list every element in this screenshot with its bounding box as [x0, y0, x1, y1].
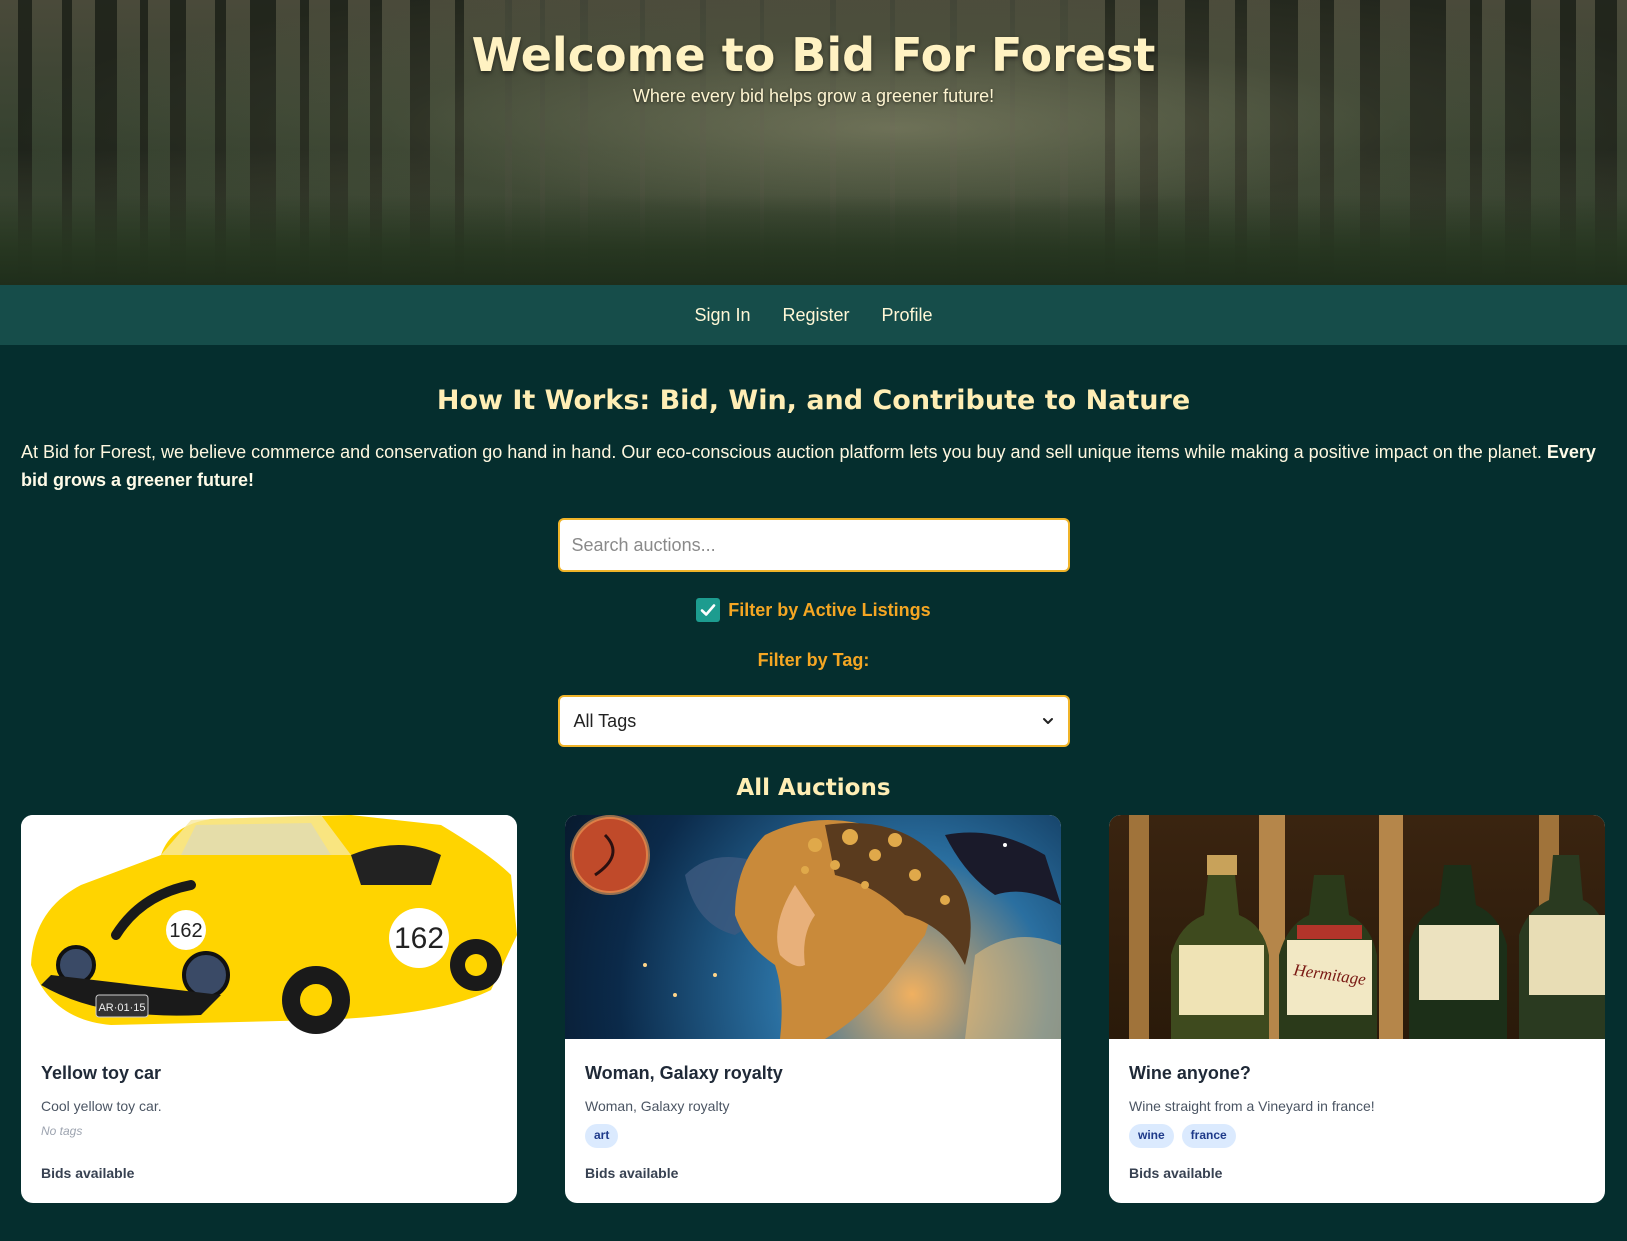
- filter-controls: Filter by Active Listings Filter by Tag:…: [21, 494, 1606, 747]
- chevron-down-icon: [1042, 718, 1053, 724]
- auction-title[interactable]: Yellow toy car: [41, 1063, 497, 1084]
- tag-select-value: All Tags: [573, 710, 637, 731]
- auction-card[interactable]: Woman, Galaxy royalty Woman, Galaxy roya…: [565, 815, 1061, 1203]
- checkmark-icon: [700, 604, 716, 616]
- galaxy-woman-image: [565, 815, 1061, 1039]
- tag-france[interactable]: france: [1181, 1124, 1236, 1148]
- nav-profile-link[interactable]: Profile: [882, 305, 933, 326]
- main-content: How It Works: Bid, Win, and Contribute t…: [0, 385, 1627, 1203]
- tag-wine[interactable]: wine: [1129, 1124, 1174, 1148]
- auction-grid: 162 162 AR·01·15 Yellow toy car Cool yel…: [21, 815, 1606, 1203]
- bid-status: Bids available: [41, 1165, 135, 1181]
- auction-description: Wine straight from a Vineyard in france!: [1129, 1098, 1375, 1114]
- tag-list: art: [585, 1124, 1041, 1148]
- tag-list: wine france: [1129, 1124, 1585, 1148]
- nav-sign-in-link[interactable]: Sign In: [694, 305, 750, 326]
- site-title: Welcome to Bid For Forest: [471, 28, 1156, 82]
- car-number-large: 162: [394, 922, 444, 955]
- active-listings-label: Filter by Active Listings: [728, 599, 931, 620]
- search-input[interactable]: [557, 518, 1070, 572]
- auction-title[interactable]: Wine anyone?: [1129, 1063, 1585, 1084]
- active-listings-checkbox[interactable]: [696, 598, 721, 622]
- intro-paragraph: At Bid for Forest, we believe commerce a…: [21, 438, 1606, 494]
- auction-card[interactable]: Hermitage Wine anyone? Wine straight fro…: [1109, 815, 1605, 1203]
- yellow-toy-car-image: 162 162 AR·01·15: [21, 815, 517, 1039]
- hero-banner: Welcome to Bid For Forest Where every bi…: [0, 0, 1627, 285]
- wine-bottles-image: Hermitage: [1109, 815, 1605, 1039]
- car-number-small: 162: [169, 920, 202, 942]
- nav-register-link[interactable]: Register: [782, 305, 849, 326]
- no-tags-text: No tags: [41, 1124, 83, 1138]
- site-tagline: Where every bid helps grow a greener fut…: [632, 86, 995, 106]
- all-auctions-heading: All Auctions: [736, 775, 891, 801]
- active-listings-filter[interactable]: Filter by Active Listings: [696, 598, 931, 622]
- auction-title[interactable]: Woman, Galaxy royalty: [585, 1063, 1041, 1084]
- bid-status: Bids available: [585, 1165, 679, 1181]
- main-nav: Sign In Register Profile: [0, 285, 1627, 345]
- intro-text: At Bid for Forest, we believe commerce a…: [21, 442, 1547, 462]
- tag-select[interactable]: All Tags: [557, 695, 1070, 747]
- tag-art[interactable]: art: [585, 1124, 619, 1148]
- bid-status: Bids available: [1129, 1165, 1223, 1181]
- tag-filter-label: Filter by Tag:: [757, 650, 870, 670]
- how-it-works-heading: How It Works: Bid, Win, and Contribute t…: [436, 385, 1191, 416]
- license-plate-text: AR·01·15: [98, 1002, 145, 1014]
- auction-card[interactable]: 162 162 AR·01·15 Yellow toy car Cool yel…: [21, 815, 517, 1203]
- auction-description: Woman, Galaxy royalty: [585, 1098, 730, 1114]
- auction-description: Cool yellow toy car.: [41, 1098, 162, 1114]
